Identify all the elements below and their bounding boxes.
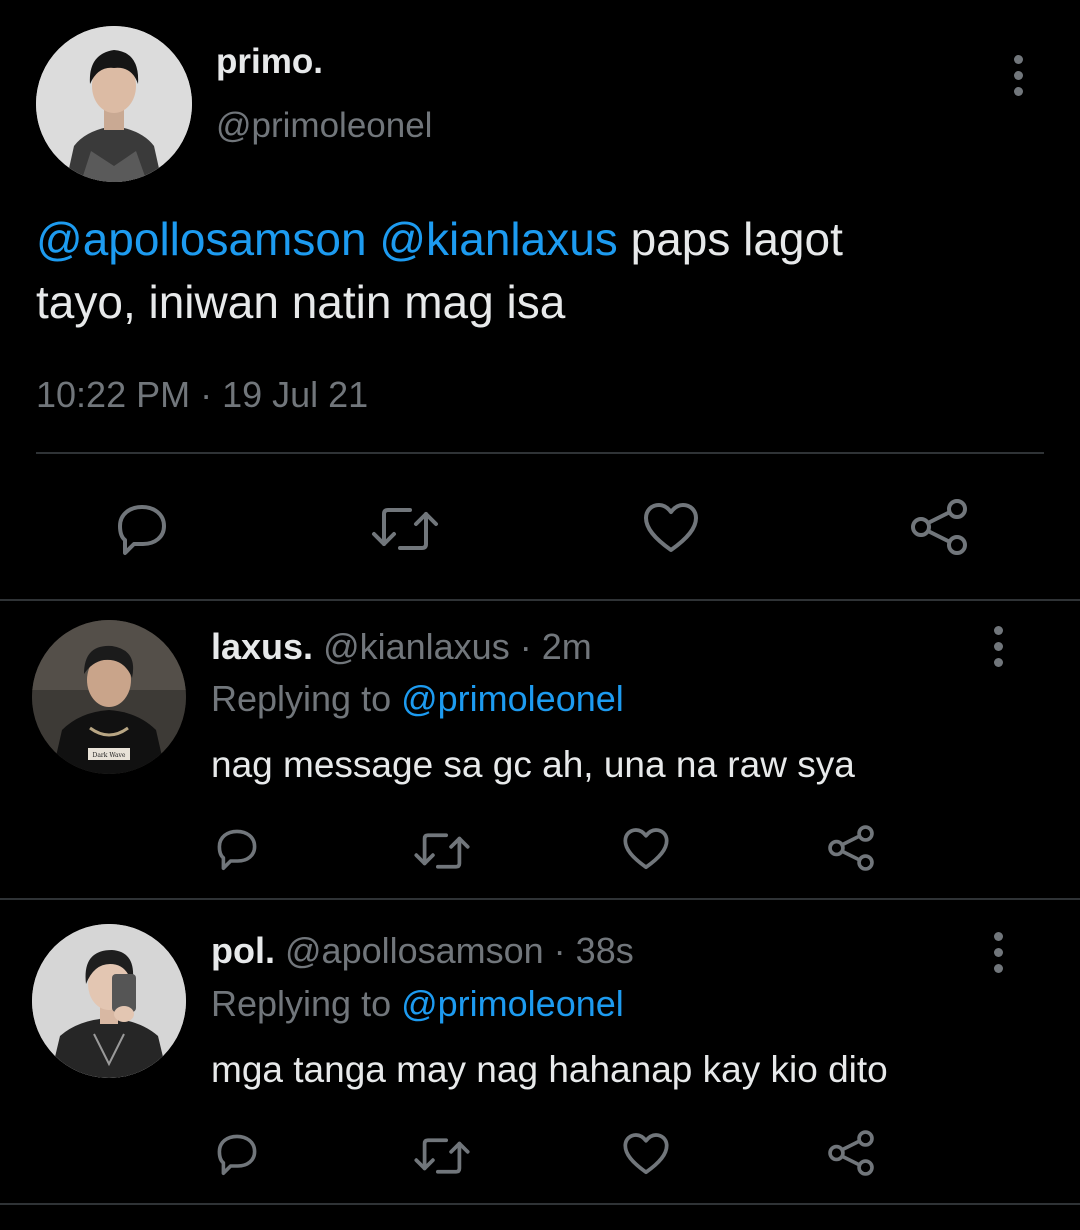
avatar[interactable] [32,924,186,1078]
reply-text: nag message sa gc ah, una na raw sya [211,744,855,785]
display-name[interactable]: laxus. [211,626,313,667]
user-avatar-photo-icon [32,924,186,1078]
user-handle-time[interactable]: @kianlaxus · 2m [323,626,592,667]
reply-header: laxus. @kianlaxus · 2m [211,626,592,668]
display-name[interactable]: pol. [211,930,275,971]
divider [0,898,1080,900]
reply-text: mga tanga may nag hahanap kay kio dito [211,1049,888,1090]
retweet-icon[interactable] [413,830,471,872]
divider [36,452,1044,454]
user-handle-time[interactable]: @apollosamson · 38s [285,930,634,971]
more-options-icon[interactable] [998,45,1038,105]
retweet-icon[interactable] [370,504,440,554]
replying-to: Replying to @primoleonel [211,983,624,1025]
like-icon[interactable] [622,1132,670,1176]
timestamp[interactable]: 10:22 PM · 19 Jul 21 [36,374,368,416]
like-icon[interactable] [622,827,670,871]
display-name[interactable]: primo. [216,42,323,82]
svg-text:Dark Wave: Dark Wave [93,752,126,759]
user-avatar-photo-icon: Dark Wave [32,620,186,774]
user-avatar-photo-icon [36,26,192,182]
replying-to: Replying to @primoleonel [211,678,624,720]
share-icon[interactable] [908,498,970,556]
reply-icon[interactable] [213,826,261,872]
replying-to-label: Replying to [211,678,402,719]
reply-header: pol. @apollosamson · 38s [211,930,634,972]
user-handle[interactable]: @primoleonel [216,106,432,146]
divider [0,599,1080,601]
tweet-text: paps lagot [617,213,843,265]
more-options-icon[interactable] [978,922,1018,982]
more-options-icon[interactable] [978,616,1018,676]
replying-to-label: Replying to [211,983,402,1024]
divider [0,1203,1080,1205]
mention-link[interactable]: @primoleonel [401,678,624,719]
tweet-text-line-2: tayo, iniwan natin mag isa [36,276,566,328]
tweet-text-line-1: @apollosamson @kianlaxus paps lagot [36,212,843,266]
reply-icon[interactable] [213,1131,261,1177]
share-icon[interactable] [826,1129,876,1177]
retweet-icon[interactable] [413,1135,471,1177]
avatar[interactable]: Dark Wave [32,620,186,774]
share-icon[interactable] [826,824,876,872]
mention-link[interactable]: @kianlaxus [379,213,617,265]
like-icon[interactable] [642,502,700,554]
reply-icon[interactable] [112,502,172,556]
avatar[interactable] [36,26,192,182]
mention-link[interactable]: @primoleonel [401,983,624,1024]
mention-link[interactable]: @apollosamson [36,213,367,265]
